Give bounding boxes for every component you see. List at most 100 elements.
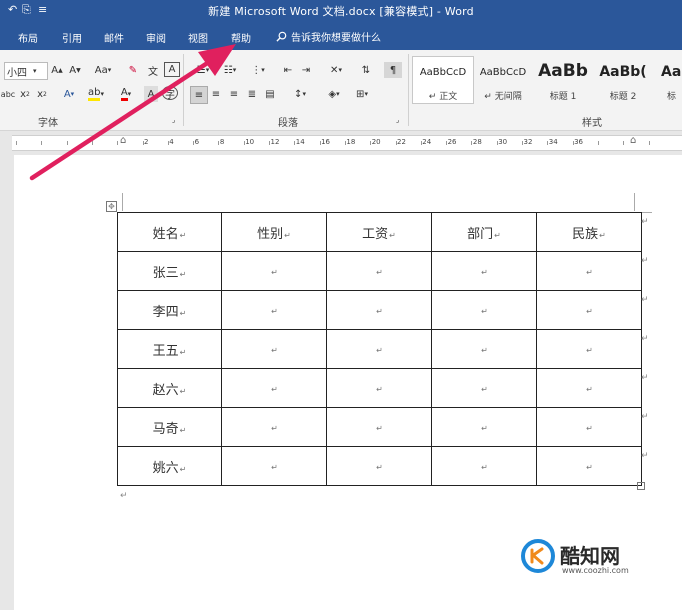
table-header-cell[interactable]: 部门↵ bbox=[431, 212, 537, 252]
phonetic-guide-icon[interactable]: 文 bbox=[146, 62, 160, 78]
tab-mailings[interactable]: 邮件 bbox=[104, 30, 124, 45]
style-heading-1[interactable]: AaBb 标题 1 bbox=[532, 56, 594, 104]
tab-review[interactable]: 审阅 bbox=[146, 30, 166, 45]
change-case-button[interactable]: Aa ▾ bbox=[92, 62, 114, 78]
multilevel-list-icon[interactable]: ⋮ ▾ bbox=[246, 62, 270, 78]
ruler-number: 24 bbox=[422, 138, 432, 146]
table-cell[interactable]: ↵ bbox=[221, 290, 327, 330]
numbering-icon[interactable]: ☷ ▾ bbox=[218, 62, 242, 78]
table-cell[interactable]: ↵ bbox=[221, 446, 327, 486]
paragraph-group-label: 段落 bbox=[278, 118, 298, 129]
table-cell[interactable]: ↵ bbox=[536, 329, 642, 369]
bullets-icon[interactable]: ☰ ▾ bbox=[190, 62, 216, 78]
shading-icon[interactable]: ◈ ▾ bbox=[322, 86, 346, 102]
table-cell[interactable]: ↵ bbox=[431, 407, 537, 447]
table-cell[interactable]: ↵ bbox=[431, 329, 537, 369]
horizontal-ruler[interactable]: ⌂ ⌂ 2 4 6 8 10 12 14 16 18 20 22 24 26 28 30 32 34 36 bbox=[0, 131, 682, 153]
table-cell[interactable]: ↵ bbox=[431, 251, 537, 291]
strikethrough-icon[interactable]: abc bbox=[0, 86, 16, 102]
align-left-icon[interactable]: ≡ bbox=[190, 86, 208, 104]
group-divider bbox=[408, 54, 409, 126]
justify-icon[interactable]: ≣ bbox=[244, 86, 260, 102]
table-move-handle-icon[interactable]: ✥ bbox=[106, 201, 117, 212]
table-cell[interactable]: ↵ bbox=[536, 368, 642, 408]
style-name: ↵ 无间隔 bbox=[484, 92, 522, 102]
tab-references[interactable]: 引用 bbox=[62, 30, 82, 45]
table-cell[interactable]: ↵ bbox=[326, 446, 432, 486]
table-cell[interactable]: ↵ bbox=[536, 290, 642, 330]
table-cell[interactable]: ↵ bbox=[431, 290, 537, 330]
ruler-tick bbox=[16, 141, 17, 145]
chinese-layout-icon[interactable]: ✕ ▾ bbox=[324, 62, 348, 78]
style-heading-2[interactable]: AaBb( 标题 2 bbox=[592, 56, 654, 104]
style-title[interactable]: Aa 标 bbox=[652, 56, 682, 104]
window-title: 新建 Microsoft Word 文档.docx [兼容模式] - Word bbox=[208, 5, 474, 18]
style-normal[interactable]: AaBbCcD ↵ 正文 bbox=[412, 56, 474, 104]
sort-icon[interactable]: ⇅ bbox=[358, 62, 374, 78]
table-cell[interactable]: ↵ bbox=[221, 329, 327, 369]
enclose-char-icon[interactable]: 字 bbox=[162, 86, 178, 101]
font-dialog-launcher-icon[interactable]: ⌟ bbox=[172, 116, 175, 124]
increase-indent-icon[interactable]: ⇥ bbox=[298, 62, 314, 78]
right-indent-marker-icon[interactable]: ⌂ bbox=[630, 136, 636, 146]
tell-me-box[interactable]: 告诉我你想要做什么 bbox=[276, 29, 381, 44]
table-cell[interactable]: 王五↵ bbox=[117, 329, 222, 369]
table-header-cell[interactable]: 民族↵ bbox=[536, 212, 642, 252]
table-cell[interactable]: 张三↵ bbox=[117, 251, 222, 291]
ruler-tick bbox=[167, 141, 169, 145]
font-size-select[interactable]: 小四 ▾ bbox=[4, 62, 48, 80]
ruler-number: 22 bbox=[397, 138, 406, 146]
char-border-icon[interactable]: A bbox=[164, 62, 180, 77]
text-effects-icon[interactable]: A ▾ bbox=[60, 86, 78, 102]
tab-layout[interactable]: 布局 bbox=[18, 30, 38, 45]
align-right-icon[interactable]: ≡ bbox=[226, 86, 242, 102]
table-cell[interactable]: ↵ bbox=[536, 446, 642, 486]
font-color-icon[interactable]: A ▾ bbox=[116, 86, 136, 102]
table-cell[interactable]: ↵ bbox=[431, 368, 537, 408]
table-cell[interactable]: ↵ bbox=[221, 251, 327, 291]
table-resize-handle-icon[interactable] bbox=[637, 482, 645, 490]
cell-text: 赵六 bbox=[152, 382, 179, 398]
tab-help[interactable]: 帮助 bbox=[231, 30, 251, 45]
table-cell[interactable]: ↵ bbox=[221, 368, 327, 408]
table-header-cell[interactable]: 工资↵ bbox=[326, 212, 432, 252]
table-cell[interactable]: ↵ bbox=[431, 446, 537, 486]
table-cell[interactable]: 姚六↵ bbox=[117, 446, 222, 486]
superscript-icon[interactable]: x2 bbox=[35, 86, 49, 102]
data-table[interactable]: 姓名↵ 性别↵ 工资↵ 部门↵ 民族↵ 张三↵ ↵ ↵ ↵ ↵ 李四↵ ↵ ↵ ↵ ↵ 王五↵ ↵ ↵ ↵ ↵ 赵六↵ ↵… bbox=[117, 212, 642, 486]
end-of-cell-mark: ↵ bbox=[586, 345, 593, 355]
subscript-icon[interactable]: x2 bbox=[18, 86, 32, 102]
table-cell[interactable]: ↵ bbox=[326, 329, 432, 369]
line-spacing-icon[interactable]: ↕ ▾ bbox=[288, 86, 312, 102]
table-cell[interactable]: ↵ bbox=[536, 407, 642, 447]
indent-marker-icon[interactable]: ⌂ bbox=[120, 136, 126, 146]
paragraph-dialog-launcher-icon[interactable]: ⌟ bbox=[396, 116, 399, 124]
table-header-cell[interactable]: 姓名↵ bbox=[117, 212, 222, 252]
table-cell[interactable]: ↵ bbox=[221, 407, 327, 447]
styles-group-label: 样式 bbox=[582, 118, 602, 129]
table-cell[interactable]: ↵ bbox=[326, 290, 432, 330]
borders-icon[interactable]: ⊞ ▾ bbox=[350, 86, 374, 102]
align-center-icon[interactable]: ≡ bbox=[208, 86, 224, 102]
distributed-icon[interactable]: ▤ bbox=[262, 86, 278, 102]
table-cell[interactable]: 马奇↵ bbox=[117, 407, 222, 447]
highlight-icon[interactable]: ab ▾ bbox=[86, 86, 106, 102]
table-header-cell[interactable]: 性别↵ bbox=[221, 212, 327, 252]
clear-format-icon[interactable]: ✎ bbox=[126, 62, 140, 78]
grow-font-icon[interactable]: A ▲ bbox=[50, 62, 64, 78]
decrease-indent-icon[interactable]: ⇤ bbox=[280, 62, 296, 78]
table-cell[interactable]: ↵ bbox=[326, 251, 432, 291]
ruler-number: 10 bbox=[245, 138, 255, 146]
table-cell[interactable]: ↵ bbox=[536, 251, 642, 291]
tab-view[interactable]: 视图 bbox=[188, 30, 208, 45]
show-marks-icon[interactable]: ¶ bbox=[384, 62, 402, 78]
char-shading-icon[interactable]: A bbox=[144, 86, 158, 102]
ruler-tick bbox=[243, 141, 245, 145]
table-cell[interactable]: 赵六↵ bbox=[117, 368, 222, 408]
table-cell[interactable]: 李四↵ bbox=[117, 290, 222, 330]
table-cell[interactable]: ↵ bbox=[326, 368, 432, 408]
table-cell[interactable]: ↵ bbox=[326, 407, 432, 447]
style-no-spacing[interactable]: AaBbCcD ↵ 无间隔 bbox=[472, 56, 534, 104]
cell-text: 工资 bbox=[362, 226, 389, 242]
shrink-font-icon[interactable]: A ▼ bbox=[68, 62, 82, 78]
